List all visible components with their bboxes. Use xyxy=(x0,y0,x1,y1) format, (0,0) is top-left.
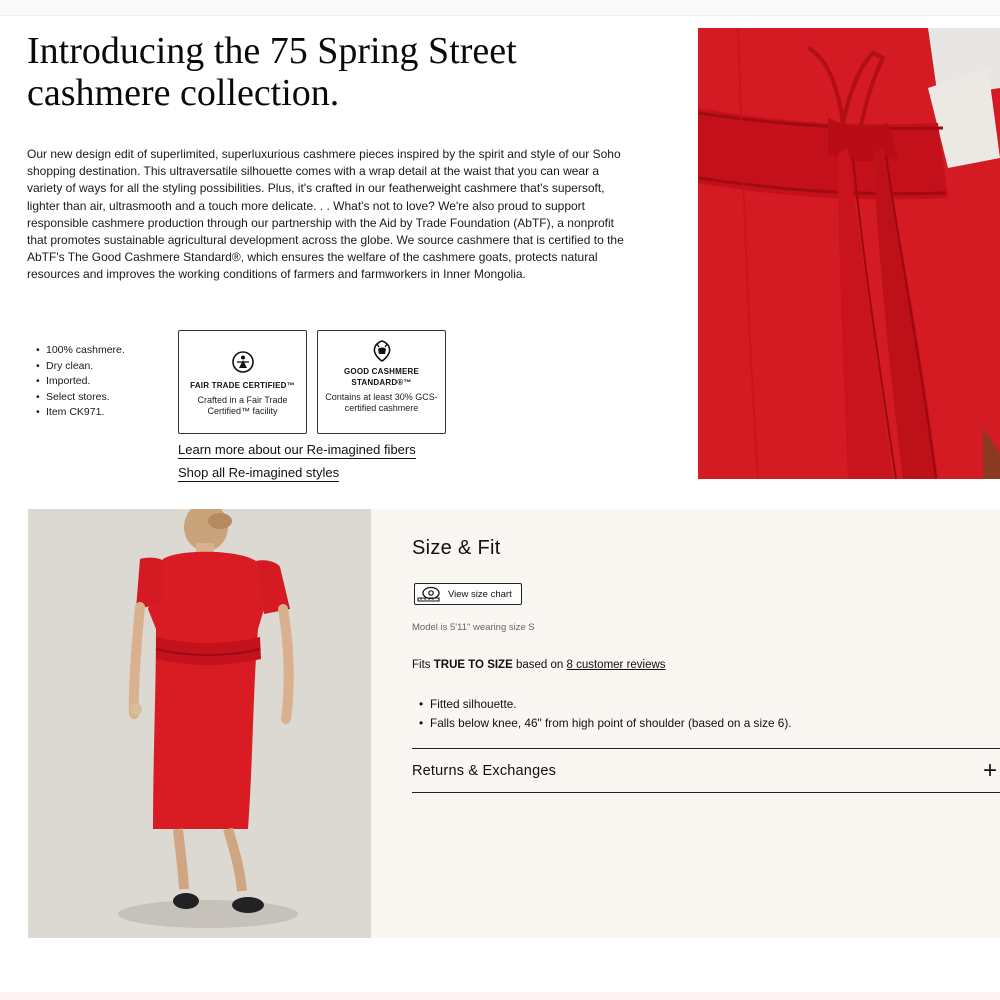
product-specs-list: 100% cashmere. Dry clean. Imported. Sele… xyxy=(36,343,125,421)
spec-item: Dry clean. xyxy=(36,359,125,375)
size-fit-heading: Size & Fit xyxy=(412,537,501,559)
fit-details-list: Fitted silhouette. Falls below knee, 46"… xyxy=(419,695,792,733)
fit-detail-item: Falls below knee, 46" from high point of… xyxy=(419,714,792,733)
divider xyxy=(412,792,1000,793)
measuring-tape-icon xyxy=(417,586,440,602)
page-title-line-2: cashmere collection. xyxy=(27,72,340,114)
goat-icon xyxy=(373,340,390,362)
footer-strip xyxy=(0,992,1000,1000)
product-detail-photo xyxy=(698,28,1000,479)
spec-item: 100% cashmere. xyxy=(36,343,125,359)
good-cashmere-badge: GOOD CASHMERE STANDARD®™ Contains at lea… xyxy=(317,330,446,434)
fit-prefix: Fits xyxy=(412,659,431,671)
fair-trade-desc: Crafted in a Fair Trade Certified™ facil… xyxy=(197,395,288,416)
fit-mid: based on xyxy=(515,659,564,671)
model-in-red-dress xyxy=(28,509,371,938)
shop-reimagined-styles-link[interactable]: Shop all Re-imagined styles xyxy=(178,465,340,482)
spec-item: Item CK971. xyxy=(36,405,125,421)
view-size-chart-label: View size chart xyxy=(448,588,512,600)
page-title-line-1: Introducing the 75 Spring Street xyxy=(27,30,517,72)
view-size-chart-button[interactable]: View size chart xyxy=(414,583,522,605)
product-description: Our new design edit of superlimited, sup… xyxy=(27,147,624,282)
model-back-view-photo xyxy=(28,509,371,938)
spec-item: Imported. xyxy=(36,374,125,390)
fair-trade-icon xyxy=(231,351,254,373)
plus-icon[interactable]: + xyxy=(983,758,997,783)
customer-reviews-link[interactable]: 8 customer reviews xyxy=(567,659,666,671)
learn-more-fibers-link[interactable]: Learn more about our Re-imagined fibers xyxy=(178,442,416,459)
top-nav-bar xyxy=(0,0,1000,16)
model-size-note: Model is 5'11" wearing size S xyxy=(412,622,535,633)
page-title: Introducing the 75 Spring Street cashmer… xyxy=(27,30,647,114)
good-cashmere-desc: Contains at least 30% GCS-certified cash… xyxy=(325,392,438,413)
spec-item: Select stores. xyxy=(36,390,125,406)
fair-trade-badge: FAIR TRADE CERTIFIED™ Crafted in a Fair … xyxy=(178,330,307,434)
size-fit-panel: Size & Fit View size chart Model is 5'11… xyxy=(371,509,1000,938)
fair-trade-title: FAIR TRADE CERTIFIED™ xyxy=(190,381,295,390)
returns-exchanges-accordion[interactable]: Returns & Exchanges + xyxy=(412,749,1000,792)
fit-value: TRUE TO SIZE xyxy=(433,659,513,671)
dress-tie-closeup xyxy=(698,28,1000,479)
good-cashmere-title: GOOD CASHMERE STANDARD®™ xyxy=(343,367,420,387)
fit-summary: Fits TRUE TO SIZE based on 8 customer re… xyxy=(412,659,666,671)
fit-detail-item: Fitted silhouette. xyxy=(419,695,792,714)
returns-exchanges-label: Returns & Exchanges xyxy=(412,762,557,779)
